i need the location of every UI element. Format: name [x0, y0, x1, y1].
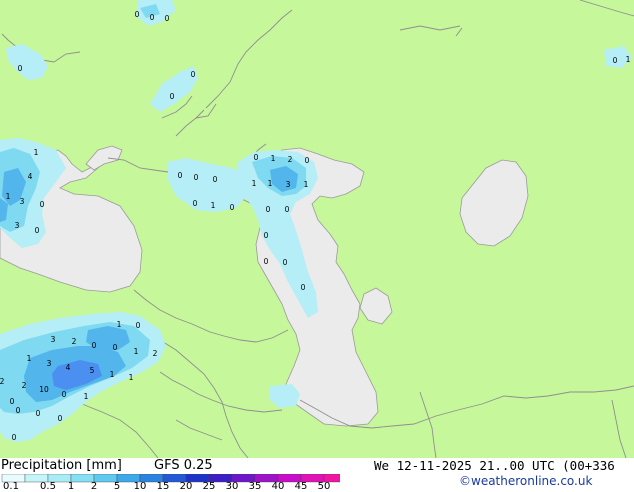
map-value: 0: [135, 10, 140, 19]
model-name: GFS 0.25: [154, 458, 213, 473]
map-value: 2: [0, 377, 5, 386]
map-value: 0: [113, 343, 118, 352]
map-value: 0: [264, 231, 269, 240]
map-value: 0: [136, 321, 141, 330]
map-value: 3: [51, 335, 56, 344]
map-value: 3: [20, 197, 25, 206]
map-value: 0: [170, 92, 175, 101]
map-value: 0: [230, 203, 235, 212]
map-value: 2: [153, 349, 158, 358]
map-value: 1: [110, 370, 115, 379]
legend-label: 45: [294, 481, 308, 492]
map-value: 0: [18, 64, 23, 73]
credit-text: ©weatheronline.co.uk: [459, 474, 593, 488]
map-value: 0: [92, 341, 97, 350]
map-value: 0: [62, 390, 67, 399]
map-value: 0: [264, 257, 269, 266]
map-value: 2: [22, 381, 27, 390]
map-value: 0: [254, 153, 259, 162]
legend-label: 40: [271, 481, 285, 492]
map-value: 0: [285, 205, 290, 214]
map-value: 3: [15, 221, 20, 230]
map-value: 5: [90, 366, 95, 375]
map-value: 4: [28, 172, 33, 181]
map-value: 0: [35, 226, 40, 235]
map-value: 1: [6, 192, 11, 201]
map-value: 0: [193, 199, 198, 208]
map-value: 2: [72, 337, 77, 346]
map-value: 0: [16, 406, 21, 415]
legend-label: 0.5: [40, 481, 56, 492]
map-value: 0: [305, 156, 310, 165]
map-value: 3: [47, 359, 52, 368]
map-value: 1: [134, 347, 139, 356]
legend-label: 5: [113, 481, 121, 492]
map-value: 1: [129, 373, 134, 382]
map-value: 4: [66, 363, 71, 372]
footer-bar: Precipitation [mm] GFS 0.25 We 12-11-202…: [0, 458, 634, 492]
legend-label: 25: [202, 481, 216, 492]
map-value: 0: [283, 258, 288, 267]
legend-label: 20: [179, 481, 193, 492]
legend-label: 1: [67, 481, 75, 492]
map-value: 1: [271, 154, 276, 163]
map-value: 2: [288, 155, 293, 164]
map-value: 0: [165, 14, 170, 23]
map-value: 1: [117, 320, 122, 329]
map-value: 0: [213, 175, 218, 184]
map-value: 0: [266, 205, 271, 214]
map-value: 0: [40, 200, 45, 209]
map-value: 0: [10, 397, 15, 406]
map-value: 0: [12, 433, 17, 442]
map-value: 1: [211, 201, 216, 210]
map-value: 1: [626, 55, 631, 64]
map-value: 0: [613, 56, 618, 65]
map-value: 0: [36, 409, 41, 418]
map-value: 0: [301, 283, 306, 292]
map-value: 1: [268, 179, 273, 188]
map-value: 1: [27, 354, 32, 363]
legend-label: 2: [90, 481, 98, 492]
map-value: 0: [194, 173, 199, 182]
map-value: 1: [252, 179, 257, 188]
map-value: 0: [58, 414, 63, 423]
map-value: 1: [304, 180, 309, 189]
map-value: 0: [178, 171, 183, 180]
map-value: 1: [84, 392, 89, 401]
legend-label: 0.1: [3, 481, 19, 492]
map-value: 10: [39, 385, 49, 394]
map-value: 0: [191, 70, 196, 79]
map-value: 1: [34, 148, 39, 157]
precipitation-map: 0 0 0 0 0 1 4 1 3 3 0 0 0 0 0 1 0 0 1 2 …: [0, 0, 634, 458]
map-title: Precipitation [mm]: [1, 458, 122, 473]
legend-label: 35: [248, 481, 262, 492]
legend-label: 10: [133, 481, 147, 492]
map-value: 3: [286, 180, 291, 189]
legend-label: 30: [225, 481, 239, 492]
legend-label: 50: [317, 481, 331, 492]
valid-time: We 12-11-2025 21..00 UTC (00+336: [374, 458, 615, 473]
legend-label: 15: [156, 481, 170, 492]
map-value: 0: [150, 13, 155, 22]
